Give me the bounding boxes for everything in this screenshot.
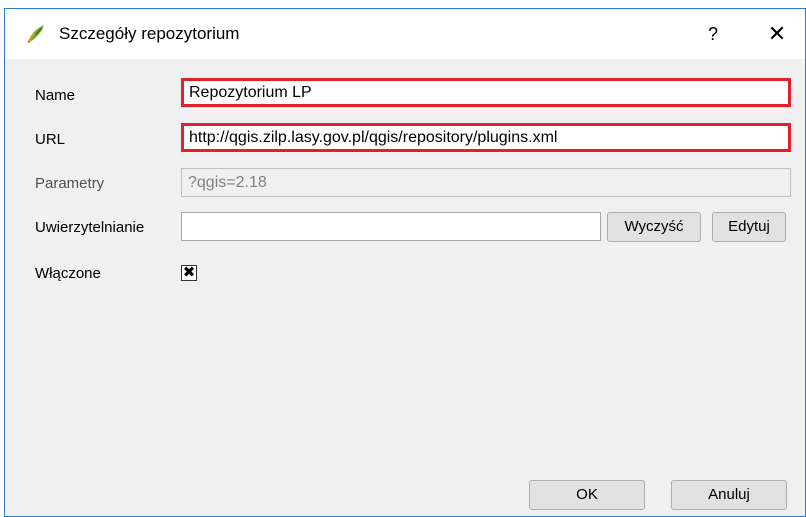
repository-details-dialog: Szczegóły repozytorium ? ✕ Name Repozyto…	[4, 8, 806, 517]
auth-field[interactable]	[181, 212, 601, 241]
ok-button[interactable]: OK	[529, 480, 645, 510]
name-label: Name	[35, 87, 76, 104]
auth-label: Uwierzytelnianie	[35, 219, 145, 236]
name-field[interactable]: Repozytorium LP	[181, 78, 791, 107]
title-bar: Szczegóły repozytorium ? ✕	[5, 9, 805, 59]
url-label: URL	[35, 131, 66, 148]
edit-auth-button[interactable]: Edytuj	[712, 212, 786, 242]
dialog-title: Szczegóły repozytorium	[59, 24, 240, 43]
cancel-button[interactable]: Anuluj	[671, 480, 787, 510]
help-button[interactable]: ?	[691, 9, 735, 59]
url-field[interactable]: http://qgis.zilp.lasy.gov.pl/qgis/reposi…	[181, 123, 791, 152]
params-label: Parametry	[35, 175, 105, 192]
qgis-app-icon	[27, 25, 44, 44]
enabled-checkbox[interactable]: ✖	[181, 265, 197, 281]
enabled-label: Włączone	[35, 265, 101, 282]
clear-auth-button[interactable]: Wyczyść	[607, 212, 701, 242]
params-field: ?qgis=2.18	[181, 168, 791, 197]
close-button[interactable]: ✕	[755, 9, 799, 59]
